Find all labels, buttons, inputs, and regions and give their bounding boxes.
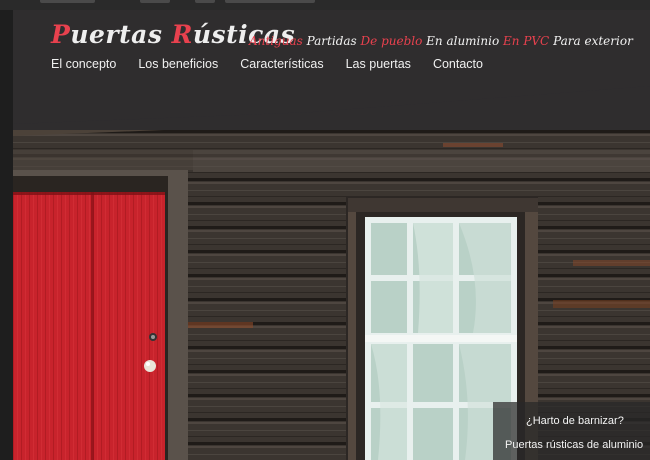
nav-item-las-puertas[interactable]: Las puertas	[346, 57, 411, 71]
top-strip-tab	[195, 0, 215, 3]
nav-item-caracteristicas[interactable]: Características	[240, 57, 323, 71]
site-tagline: Antiguas Partidas De pueblo En aluminio …	[249, 34, 633, 48]
tagline-word: Antiguas	[249, 34, 303, 48]
nav-item-los-beneficios[interactable]: Los beneficios	[138, 57, 218, 71]
logo-letter-r: R	[171, 20, 193, 49]
site-header: Puertas Rústicas Antiguas Partidas De pu…	[13, 10, 650, 130]
tagline-word: Partidas	[306, 34, 357, 48]
logo-letter-p: P	[51, 20, 71, 49]
page-frame: Puertas Rústicas Antiguas Partidas De pu…	[13, 10, 650, 460]
main-nav: El concepto Los beneficios Característic…	[51, 57, 483, 71]
hero-caption-question: ¿Harto de barnizar?	[526, 415, 624, 427]
browser-top-strip	[0, 0, 650, 10]
tagline-word: En PVC	[503, 34, 550, 48]
logo-text-uertas: uertas	[70, 20, 172, 49]
top-strip-tab	[140, 0, 170, 3]
top-strip-tab	[225, 0, 315, 3]
nav-item-contacto[interactable]: Contacto	[433, 57, 483, 71]
tagline-word: Para exterior	[553, 34, 633, 48]
hero-caption-title: Puertas rústicas de aluminio	[505, 439, 644, 451]
top-strip-tab	[40, 0, 95, 3]
tagline-word: De pueblo	[360, 34, 423, 48]
hero-caption[interactable]: ¿Harto de barnizar? Puertas rústicas de …	[493, 402, 650, 460]
nav-item-el-concepto[interactable]: El concepto	[51, 57, 116, 71]
tagline-word: En aluminio	[426, 34, 500, 48]
